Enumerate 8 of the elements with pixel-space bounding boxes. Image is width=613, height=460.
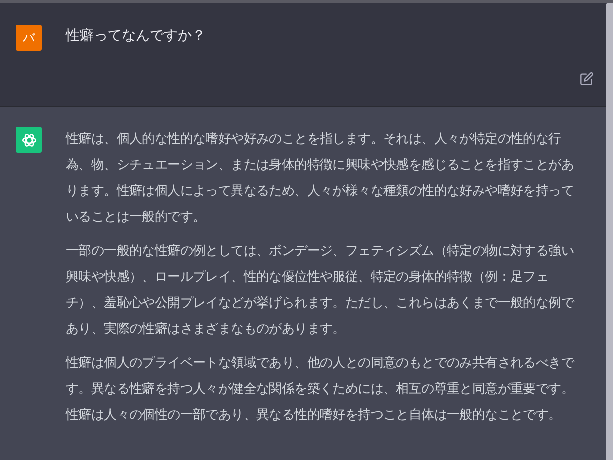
scrollbar[interactable] xyxy=(606,3,613,460)
user-avatar: バ xyxy=(16,25,42,51)
user-question: 性癖ってなんですか？ xyxy=(66,27,206,46)
edit-icon[interactable] xyxy=(580,72,594,86)
assistant-logo-icon xyxy=(16,127,42,153)
answer-paragraph: 性癖は個人のプライベートな領域であり、他の人との同意のもとでのみ共有されるべきです。異なる性癖を持つ人々が健全な関係を築くためには、相互の尊重と同意が重要です。性癖は人々の個性の一部であり、異なる性的嗜好を持つこと自体は一般的なことです。 xyxy=(66,355,576,425)
answer-paragraph: 性癖は、個人的な性的な嗜好や好みのことを指します。それは、人々が特定の性的な行為、物、シチュエーション、または身体的特徴に興味や快感を感じることを指すことがあります。性癖は個人によって異なるため、人々が様々な種類の性的な好みや嗜好を持っていることは一般的です。 xyxy=(66,131,576,227)
answer-paragraph: 一部の一般的な性癖の例としては、ボンデージ、フェティシズム（特定の物に対する強い興味や快感）、ロールプレイ、性的な優位性や服従、特定の身体的特徴（例：足フェチ）、羞恥心や公開プレイなどが挙げられます。ただし、これらはあくまで一般的な例であり、実際の性癖はさまざまなものがあります。 xyxy=(66,243,576,339)
